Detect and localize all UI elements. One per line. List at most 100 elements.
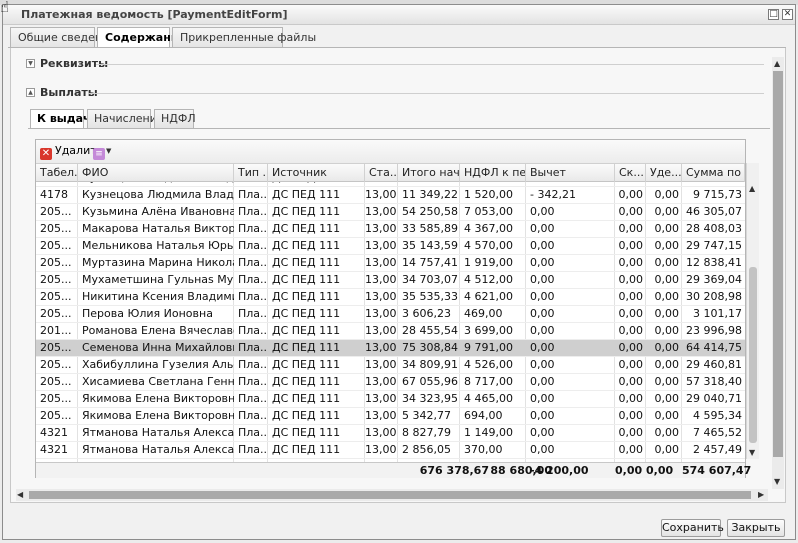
cell-col-ud: 0,00 xyxy=(654,239,680,252)
cell-ndfl: 1 149,00 xyxy=(464,426,513,439)
panel-scroll-up-icon[interactable]: ▲ xyxy=(774,59,780,68)
expand-requisites-icon[interactable]: ▼ xyxy=(26,59,35,68)
panel-scroll-down-icon[interactable]: ▼ xyxy=(774,477,780,486)
cell-type: Пла... xyxy=(238,392,268,405)
cell-col-sk: 0,00 xyxy=(618,409,644,422)
cell-col-sk: 0,00 xyxy=(618,307,644,320)
table-row[interactable]: 205... Хабибуллина Гузелия Альфатовна Пла.… xyxy=(36,357,745,374)
table-row[interactable]: 205... Мухаметшина Гульнаs Мунавиров... Пл… xyxy=(36,272,745,289)
cell-deduction: 0,00 xyxy=(530,392,555,405)
table-row[interactable]: 205... Якимова Елена Викторовна Пла... ДС П… xyxy=(36,408,745,425)
cell-col-ud: 0,00 xyxy=(654,290,680,303)
table-row[interactable]: 205... Перова Юлия Ионовна Пла... ДС ПЕД 11… xyxy=(36,306,745,323)
table-row[interactable]: 205... Макарова Наталья Викторовна Пла... Д… xyxy=(36,221,745,238)
close-icon[interactable]: ✕ xyxy=(782,9,793,20)
collapse-payments-icon[interactable]: ▲ xyxy=(26,88,35,97)
cell-col-sk: 0,00 xyxy=(618,443,644,456)
cell-total-accrued: 35 535,33 xyxy=(402,290,458,303)
cell-total-accrued: 67 055,96 xyxy=(402,375,458,388)
column-header-total-accrued[interactable]: Итого начи... xyxy=(398,164,460,182)
table-row[interactable]: 201... Романова Елена Вячеславовна Пла... Д… xyxy=(36,323,745,340)
scroll-down-icon[interactable]: ▼ xyxy=(749,448,755,457)
cell-tabel: 205... xyxy=(40,205,72,218)
cell-rate: 13,00 xyxy=(365,307,397,320)
close-button[interactable]: Закрыть xyxy=(727,519,785,537)
cell-source: ДС ПЕД 111 xyxy=(272,324,341,337)
column-header-col-sk[interactable]: Ск... xyxy=(615,164,646,182)
tab-general[interactable]: Общие сведения xyxy=(10,27,116,48)
table-row[interactable]: 4321 Ятманова Наталья Александровна Пла...… xyxy=(36,425,745,442)
cell-fio: Семенова Инна Михайловна xyxy=(82,341,234,354)
list-menu-button[interactable]: ≡ ▼ xyxy=(93,144,111,160)
column-header-source[interactable]: Источник xyxy=(268,164,365,182)
cell-tabel: 205... xyxy=(40,358,72,371)
cell-source: ДС ПЕД 111 xyxy=(272,426,341,439)
cell-source: ДС ПЕД 111 xyxy=(272,256,341,269)
title-bar[interactable]: Платежная ведомость [PaymentEditForm] □ … xyxy=(3,5,795,25)
column-header-ndfl[interactable]: НДФЛ к пер... xyxy=(460,164,526,182)
column-header-col-ud[interactable]: Уде... xyxy=(646,164,682,182)
cell-col-ud: 0,00 xyxy=(654,375,680,388)
cell-sum: 46 305,07 xyxy=(686,205,742,218)
cell-col-sk: 0,00 xyxy=(618,358,644,371)
cell-type: Пла... xyxy=(238,188,268,201)
cell-rate: 13,00 xyxy=(365,324,397,337)
column-header-fio[interactable]: ФИО xyxy=(78,164,234,182)
cell-total-accrued: 2 856,05 xyxy=(402,443,451,456)
cell-deduction: 0,00 xyxy=(530,341,555,354)
cell-type: Пла... xyxy=(238,307,268,320)
tab-content[interactable]: Содержание xyxy=(97,27,186,49)
subtab-accrual[interactable]: Начисление xyxy=(87,109,164,128)
cell-ndfl: 694,00 xyxy=(464,409,503,422)
column-header-type[interactable]: Тип ... xyxy=(234,164,268,182)
subtab-ndfl[interactable]: НДФЛ xyxy=(154,109,196,128)
grid-vertical-scrollbar[interactable]: ▲ ▼ xyxy=(746,163,759,459)
table-row[interactable]: 205... Якимова Елена Викторовна Пла... ДС П… xyxy=(36,391,745,408)
column-header-tabel[interactable]: Табел... xyxy=(36,164,78,182)
cell-ndfl: 3 699,00 xyxy=(464,324,513,337)
subtab-to-issue[interactable]: К выдаче xyxy=(30,109,98,129)
horizontal-scroll-thumb[interactable] xyxy=(29,491,751,499)
summary-sum: 574 607,47 xyxy=(682,464,752,477)
cell-type: Пла... xyxy=(238,222,268,235)
table-row[interactable]: 205... Мельникова Наталья Юрьевна Пла... ДС… xyxy=(36,238,745,255)
table-row[interactable]: 205... Муртазина Марина Николаевна Пла... Д… xyxy=(36,255,745,272)
table-row[interactable]: 205... Никитина Ксения Владимировна Пла...… xyxy=(36,289,745,306)
grid-toolbar: ✕ Удалить ≡ ▼ xyxy=(36,140,745,164)
grid-body[interactable]: 4178 Кузнецова Людмила Владимировна Пла...… xyxy=(36,182,745,462)
cell-deduction: 0,00 xyxy=(530,375,555,388)
cell-fio: Хисамиева Светлана Геннадьевна xyxy=(82,375,234,388)
scroll-left-icon[interactable]: ◀ xyxy=(17,489,23,501)
cell-source: ДС ПЕД 111 xyxy=(272,239,341,252)
cell-rate: 13,00 xyxy=(365,375,397,388)
column-header-sum[interactable]: Сумма по в... xyxy=(682,164,745,182)
cell-col-ud: 0,00 xyxy=(654,443,680,456)
cell-sum: 3 101,17 xyxy=(693,307,742,320)
table-row[interactable]: 205... Кузьмина Алёна Ивановна Пла... ДС ПЕ… xyxy=(36,204,745,221)
column-header-deduction[interactable]: Вычет xyxy=(526,164,615,182)
cell-tabel: 205... xyxy=(40,239,72,252)
grid-scroll-thumb[interactable] xyxy=(749,267,757,443)
table-row[interactable]: 4321 Ятманова Наталья Александровна Пла...… xyxy=(36,442,745,459)
cell-rate: 13,00 xyxy=(365,290,397,303)
scroll-up-icon[interactable]: ▲ xyxy=(749,184,755,193)
scroll-right-icon[interactable]: ▶ xyxy=(758,489,764,501)
cell-deduction: 0,00 xyxy=(530,273,555,286)
table-row[interactable]: 205... Хисамиева Светлана Геннадьевна Пла.… xyxy=(36,374,745,391)
cell-sum: 12 838,41 xyxy=(686,256,742,269)
table-row[interactable]: 205... Семенова Инна Михайловна Пла... ДС П… xyxy=(36,340,745,357)
panel-vertical-scrollbar[interactable]: ▲ ▼ xyxy=(772,57,784,489)
grid-summary: 676 378,67 88 680,00 -4 200,00 0,00 0,00… xyxy=(36,462,752,478)
cell-deduction: 0,00 xyxy=(530,205,555,218)
cell-source: ДС ПЕД 111 xyxy=(272,222,341,235)
column-header-rate[interactable]: Ста... xyxy=(365,164,398,182)
panel-horizontal-scrollbar[interactable]: ◀ ▶ xyxy=(16,489,768,501)
delete-x-icon: ✕ xyxy=(40,148,52,160)
cell-rate: 13,00 xyxy=(365,426,397,439)
save-button[interactable]: Сохранить xyxy=(661,519,724,537)
panel-scroll-thumb[interactable] xyxy=(773,71,783,457)
restore-icon[interactable]: □ xyxy=(768,9,779,20)
cell-tabel: 205... xyxy=(40,392,72,405)
table-row[interactable]: 4178 Кузнецова Людмила Владимировна Пла...… xyxy=(36,187,745,204)
tab-attached-files[interactable]: Прикрепленные файлы xyxy=(172,27,316,48)
